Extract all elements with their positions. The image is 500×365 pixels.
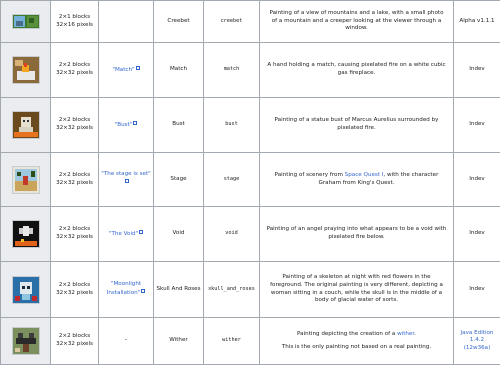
size-cell: 2×2 blocks32×32 pixels	[51, 153, 99, 207]
description-cell: Painting of an angel praying into what a…	[260, 207, 454, 262]
version-cell: Indev	[454, 153, 500, 207]
title-cell: "Moonlight Installation"	[99, 262, 154, 318]
table-row: 2×2 blocks32×32 pixels "The stage is set…	[1, 153, 500, 207]
description-cell: Painting of a statue bust of Marcus Aure…	[260, 98, 454, 153]
size-cell: 2×1 blocks32×16 pixels	[51, 1, 99, 43]
title-link[interactable]: "Moonlight Installation"	[107, 281, 141, 296]
size-cell: 2×2 blocks32×32 pixels	[51, 43, 99, 98]
size-cell: 2×2 blocks32×32 pixels	[51, 98, 99, 153]
version-link[interactable]: Java Edition 1.4.2 (12w36a)	[461, 330, 494, 351]
name-cell: Bust	[154, 98, 204, 153]
description-cell: Painting of a skeleton at night with red…	[260, 262, 454, 318]
title-link[interactable]: "The stage is set"	[101, 171, 150, 177]
version-cell: Indev	[454, 98, 500, 153]
skull-and-roses-painting-image[interactable]	[12, 276, 40, 304]
void-painting-image[interactable]	[12, 220, 40, 248]
size-cell: 2×2 blocks32×32 pixels	[51, 262, 99, 318]
creebet-painting-image[interactable]	[12, 14, 40, 29]
id-cell: stage	[204, 153, 260, 207]
external-link-icon	[125, 179, 129, 183]
id-cell: creebet	[204, 1, 260, 43]
description-cell: Painting of scenery from Space Quest I, …	[260, 153, 454, 207]
wither-link[interactable]: wither	[397, 331, 414, 337]
id-cell: bust	[204, 98, 260, 153]
title-cell	[99, 1, 154, 43]
size-cell: 2×2 blocks32×32 pixels	[51, 207, 99, 262]
size-cell: 2×2 blocks32×32 pixels	[51, 318, 99, 365]
painting-image-cell	[1, 207, 51, 262]
external-link-icon	[133, 121, 137, 125]
name-cell: Wither	[154, 318, 204, 365]
table-row: 2×2 blocks32×32 pixels "Match" Match mat…	[1, 43, 500, 98]
title-cell: "Bust"	[99, 98, 154, 153]
id-cell: void	[204, 207, 260, 262]
painting-image-cell	[1, 43, 51, 98]
name-cell: Match	[154, 43, 204, 98]
id-cell: match	[204, 43, 260, 98]
table-row: 2×2 blocks32×32 pixels "The Void" Void v…	[1, 207, 500, 262]
external-link-icon	[139, 230, 143, 234]
id-cell: wither	[204, 318, 260, 365]
title-cell: "The stage is set"	[99, 153, 154, 207]
description-cell: Painting depicting the creation of a wit…	[260, 318, 454, 365]
title-cell: "Match"	[99, 43, 154, 98]
version-cell: Indev	[454, 43, 500, 98]
table-row: 2×1 blocks32×16 pixels Creebet creebet P…	[1, 1, 500, 43]
name-cell: Stage	[154, 153, 204, 207]
title-link[interactable]: "Match"	[112, 67, 134, 73]
table-row: 2×2 blocks32×32 pixels – Wither wither P…	[1, 318, 500, 365]
painting-image-cell	[1, 98, 51, 153]
name-cell: Skull And Roses	[154, 262, 204, 318]
name-cell: Void	[154, 207, 204, 262]
table-row: 2×2 blocks32×32 pixels "Moonlight Instal…	[1, 262, 500, 318]
painting-image-cell	[1, 1, 51, 43]
bust-painting-image[interactable]	[12, 111, 40, 139]
title-link[interactable]: "Bust"	[115, 122, 133, 128]
name-cell: Creebet	[154, 1, 204, 43]
wither-painting-image[interactable]	[12, 327, 40, 355]
version-cell: Java Edition 1.4.2 (12w36a)	[454, 318, 500, 365]
paintings-table: 2×1 blocks32×16 pixels Creebet creebet P…	[0, 0, 500, 365]
space-quest-link[interactable]: Space Quest I	[345, 172, 384, 178]
match-painting-image[interactable]	[12, 56, 40, 84]
external-link-icon	[136, 66, 140, 70]
title-cell: "The Void"	[99, 207, 154, 262]
painting-image-cell	[1, 153, 51, 207]
version-cell: Alpha v1.1.1	[454, 1, 500, 43]
external-link-icon	[141, 289, 145, 293]
painting-image-cell	[1, 318, 51, 365]
id-cell: skull_and_roses	[204, 262, 260, 318]
painting-image-cell	[1, 262, 51, 318]
description-cell: Painting of a view of mountains and a la…	[260, 1, 454, 43]
title-cell: –	[99, 318, 154, 365]
title-link[interactable]: "The Void"	[109, 231, 138, 237]
description-cell: A hand holding a match, causing pixelate…	[260, 43, 454, 98]
stage-painting-image[interactable]	[12, 166, 40, 194]
table-row: 2×2 blocks32×32 pixels "Bust" Bust bust …	[1, 98, 500, 153]
version-cell: Indev	[454, 207, 500, 262]
version-cell: Indev	[454, 262, 500, 318]
